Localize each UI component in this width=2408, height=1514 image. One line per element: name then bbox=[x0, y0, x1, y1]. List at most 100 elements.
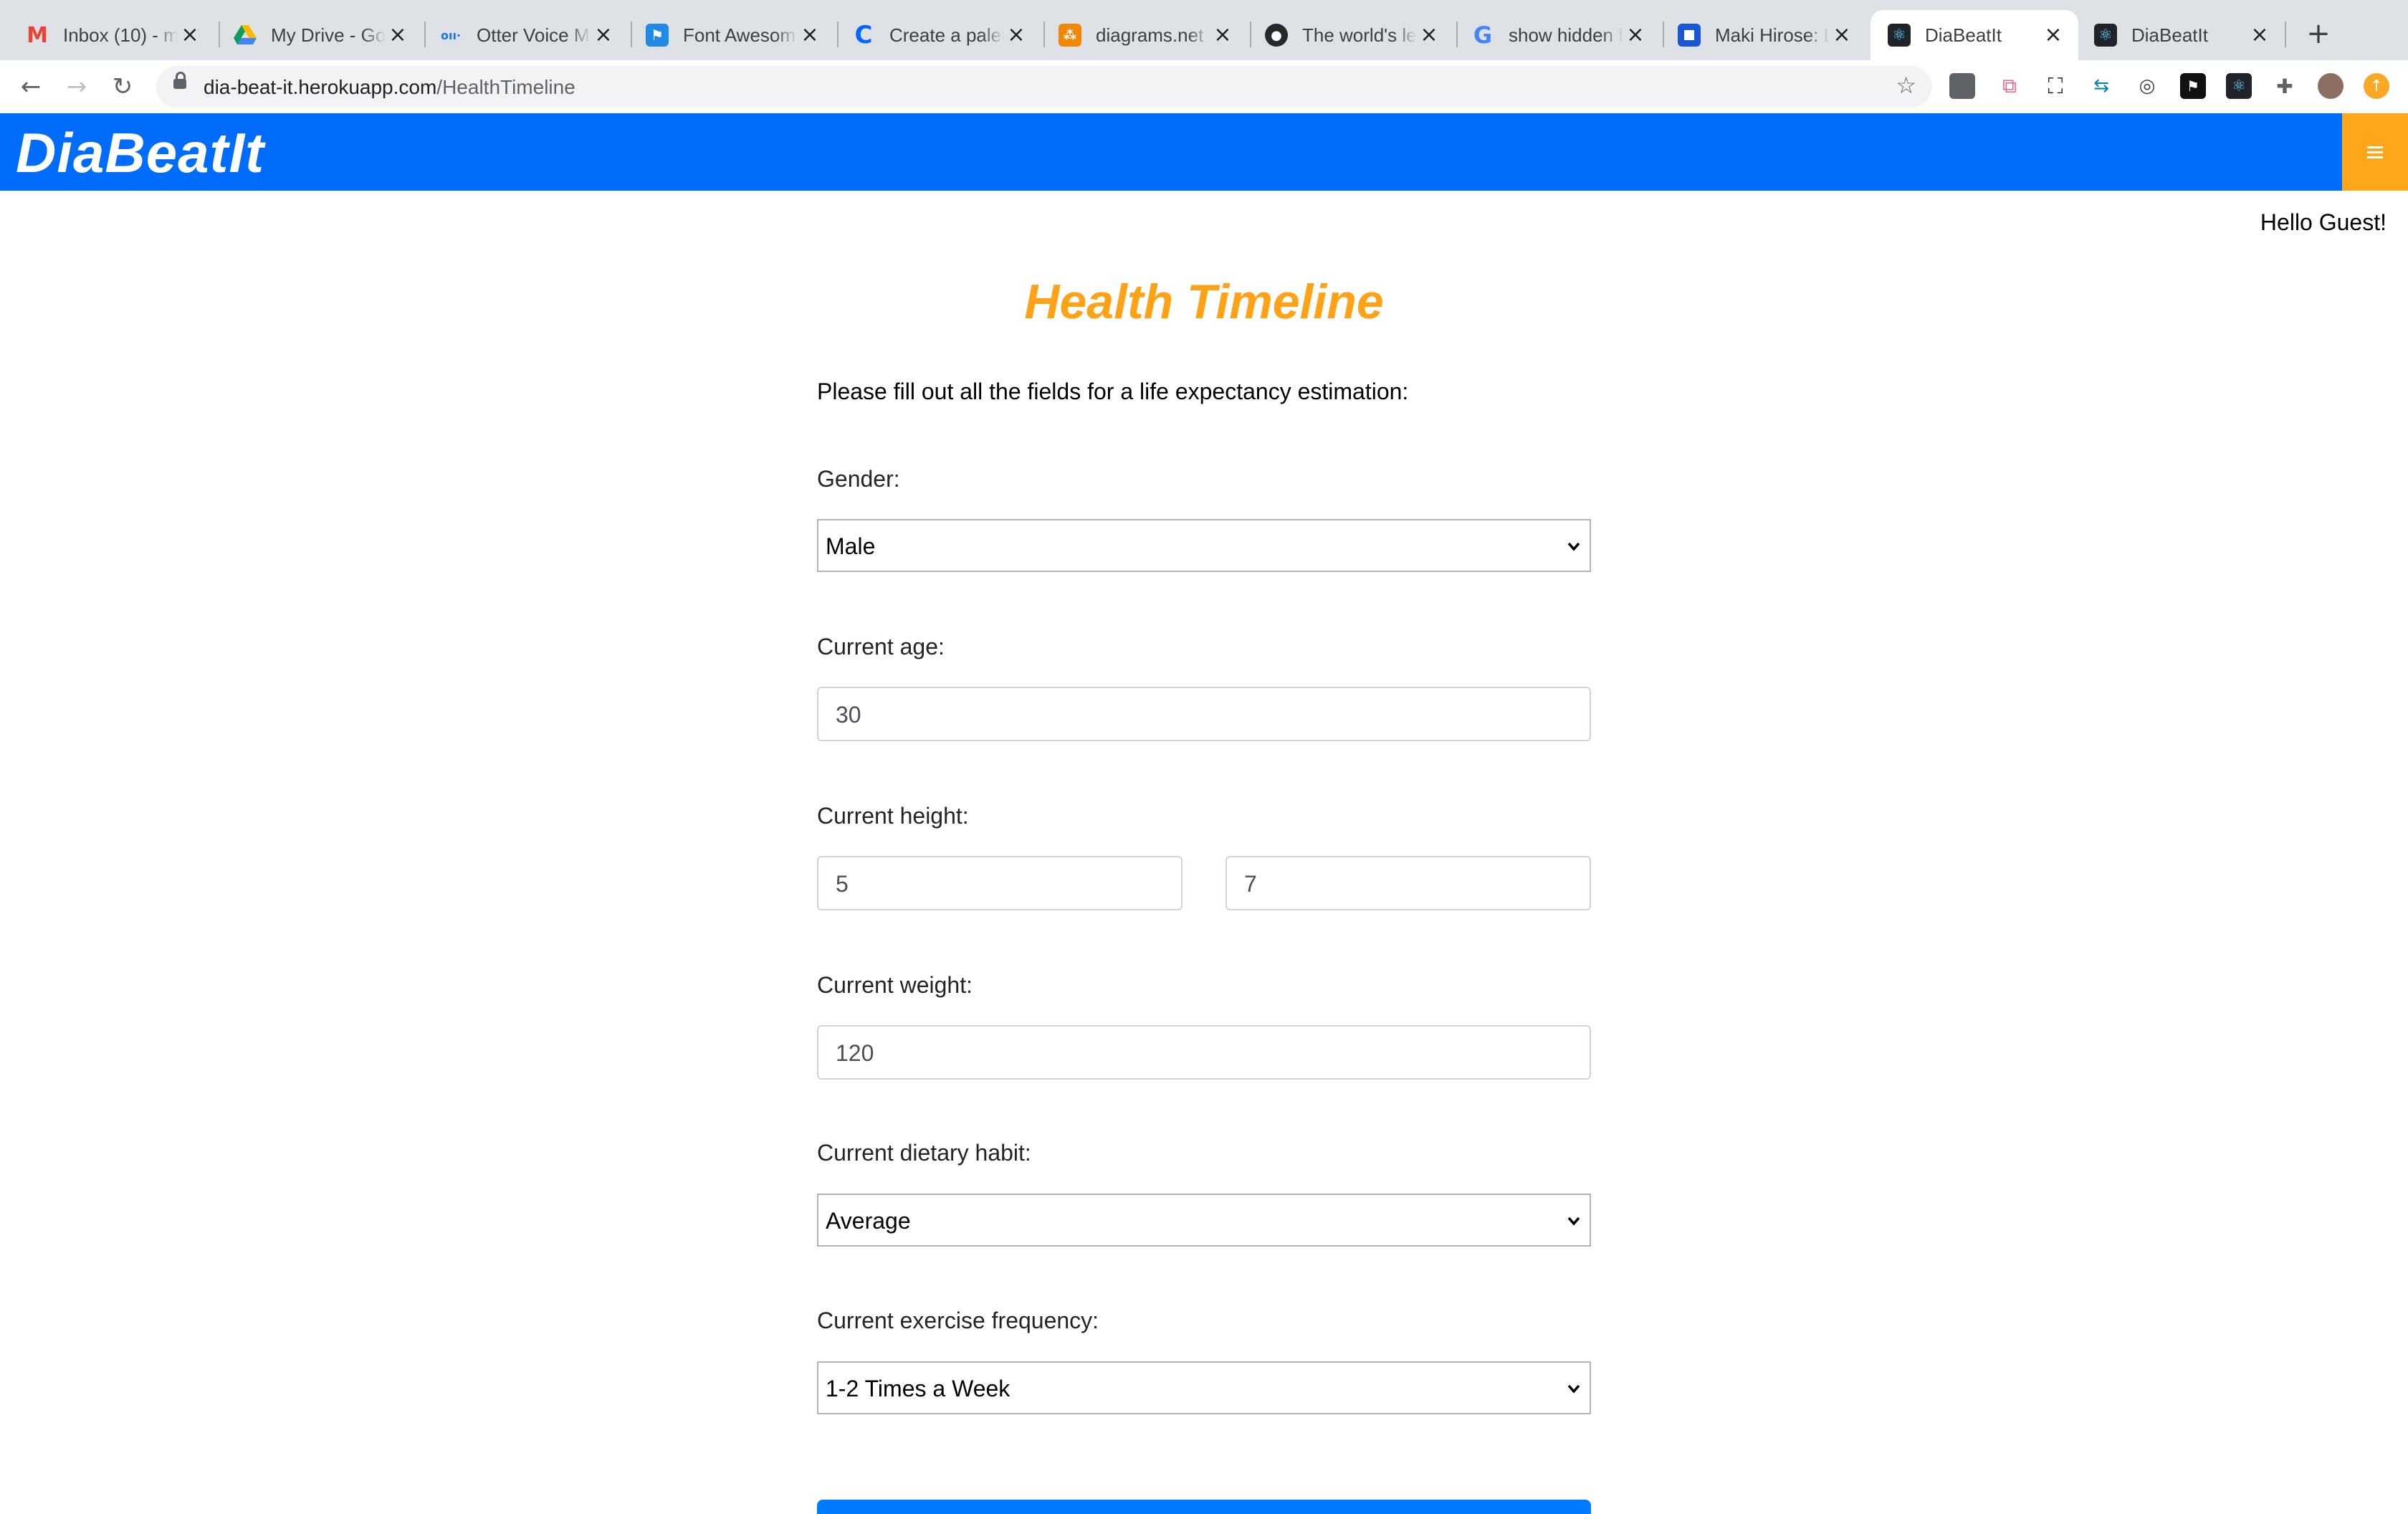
hamburger-icon-bar bbox=[2367, 151, 2383, 153]
otter-icon: oıı· bbox=[440, 28, 462, 42]
close-icon[interactable]: × bbox=[1004, 23, 1028, 47]
diagrams-icon: ⁂ bbox=[1059, 24, 1081, 47]
gmail-icon: M bbox=[27, 22, 48, 48]
update-icon[interactable]: ↑ bbox=[2364, 73, 2389, 99]
user-greeting: Hello Guest! bbox=[2260, 209, 2386, 235]
browser-tab[interactable]: ⚛ DiaBeatIt × bbox=[2077, 10, 2285, 60]
gender-value: Male bbox=[826, 533, 876, 559]
height-feet-input[interactable]: 5 bbox=[817, 856, 1182, 910]
weight-label: Current weight: bbox=[817, 972, 973, 998]
browser-tab[interactable]: ● The world's le × bbox=[1239, 10, 1454, 60]
tab-title: Font Awesom bbox=[683, 24, 796, 46]
close-icon[interactable]: × bbox=[1417, 23, 1441, 47]
address-bar[interactable]: dia-beat-it.herokuapp.com/HealthTimeline… bbox=[156, 66, 1932, 108]
close-icon[interactable]: × bbox=[2247, 23, 2272, 47]
height-feet-value: 5 bbox=[836, 871, 849, 897]
tab-title: The world's le bbox=[1302, 24, 1417, 46]
code-icon[interactable]: ◎ bbox=[2134, 73, 2160, 99]
gender-select[interactable]: Male bbox=[817, 519, 1591, 572]
forward-button[interactable]: → bbox=[59, 69, 95, 105]
diet-label: Current dietary habit: bbox=[817, 1140, 1031, 1166]
app-navbar: DiaBeatIt bbox=[0, 113, 2408, 191]
chevron-down-icon bbox=[1567, 1217, 1580, 1226]
height-inches-input[interactable]: 7 bbox=[1226, 856, 1591, 910]
github-icon: ● bbox=[1265, 24, 1288, 47]
url-text[interactable]: dia-beat-it.herokuapp.com/HealthTimeline bbox=[204, 76, 575, 99]
reload-button[interactable]: ↻ bbox=[105, 69, 140, 105]
google-icon: G bbox=[1473, 22, 1493, 49]
react-icon: ⚛ bbox=[2094, 24, 2117, 47]
tab-divider bbox=[2285, 22, 2286, 47]
chevron-down-icon bbox=[1567, 542, 1580, 551]
browser-tab[interactable]: ⁂ diagrams.net × bbox=[1033, 10, 1248, 60]
new-tab-button[interactable]: + bbox=[2300, 16, 2336, 52]
age-input[interactable]: 30 bbox=[817, 687, 1591, 741]
screenshot-icon[interactable]: ⛶ bbox=[2042, 73, 2068, 99]
browser-tab-strip: M Inbox (10) - m × My Drive - Go × oıı· … bbox=[0, 0, 2408, 60]
flag-extension-icon[interactable]: ⚑ bbox=[2180, 73, 2206, 99]
exercise-value: 1-2 Times a Week bbox=[826, 1376, 1010, 1401]
weight-input[interactable]: 120 bbox=[817, 1025, 1591, 1080]
react-devtools-icon[interactable]: ⚛ bbox=[2226, 73, 2252, 99]
age-value: 30 bbox=[836, 702, 861, 728]
height-inches-value: 7 bbox=[1244, 871, 1257, 897]
gender-label: Gender: bbox=[817, 466, 900, 492]
submit-button[interactable] bbox=[817, 1500, 1591, 1514]
close-icon[interactable]: × bbox=[178, 23, 202, 47]
diet-select[interactable]: Average bbox=[817, 1194, 1591, 1247]
tab-title: show hidden f bbox=[1509, 24, 1623, 46]
url-path: /HealthTimeline bbox=[436, 76, 575, 98]
url-host: dia-beat-it.herokuapp.com bbox=[204, 76, 437, 98]
flag-icon: ⚑ bbox=[646, 24, 669, 47]
lock-icon[interactable] bbox=[173, 72, 186, 89]
tab-title: Create a palet bbox=[889, 24, 1004, 46]
brand-logo[interactable]: DiaBeatIt bbox=[16, 120, 264, 186]
close-icon[interactable]: × bbox=[798, 23, 822, 47]
tab-title: DiaBeatIt bbox=[2131, 24, 2208, 46]
browser-tab[interactable]: ⚑ Font Awesom × bbox=[620, 10, 835, 60]
browser-tab[interactable]: C Create a palet × bbox=[826, 10, 1041, 60]
tab-title: diagrams.net bbox=[1096, 24, 1204, 46]
tab-title: Inbox (10) - m bbox=[63, 24, 178, 46]
form-intro: Please fill out all the fields for a lif… bbox=[817, 378, 1409, 404]
weight-value: 120 bbox=[836, 1040, 874, 1066]
close-icon[interactable]: × bbox=[1623, 23, 1648, 47]
browser-tab[interactable]: Maki Hirose: L × bbox=[1652, 10, 1867, 60]
tab-title: Maki Hirose: L bbox=[1715, 24, 1830, 46]
hamburger-icon-bar bbox=[2367, 146, 2383, 148]
menu-toggle-button[interactable] bbox=[2342, 113, 2408, 191]
tab-title: DiaBeatIt bbox=[1925, 24, 2002, 46]
close-icon[interactable]: × bbox=[2041, 23, 2065, 47]
exercise-select[interactable]: 1-2 Times a Week bbox=[817, 1361, 1591, 1414]
browser-tab[interactable]: M Inbox (10) - m × bbox=[0, 10, 215, 60]
chevron-down-icon bbox=[1567, 1384, 1580, 1394]
back-button[interactable]: ← bbox=[13, 69, 49, 105]
height-label: Current height: bbox=[817, 803, 969, 829]
exercise-label: Current exercise frequency: bbox=[817, 1308, 1099, 1333]
hamburger-icon-bar bbox=[2367, 156, 2383, 158]
age-label: Current age: bbox=[817, 634, 945, 660]
coolors-icon: C bbox=[854, 21, 873, 49]
tab-title: Otter Voice M bbox=[477, 24, 590, 46]
browser-tab[interactable]: G show hidden f × bbox=[1446, 10, 1661, 60]
react-icon: ⚛ bbox=[1888, 24, 1911, 47]
sync-icon[interactable]: ⇆ bbox=[2088, 73, 2114, 99]
extension-badge-icon[interactable]: ⧉ bbox=[1997, 73, 2022, 99]
square-icon bbox=[1678, 24, 1701, 47]
diet-value: Average bbox=[826, 1208, 911, 1234]
bookmark-star-icon[interactable]: ☆ bbox=[1896, 72, 1916, 99]
close-icon[interactable]: × bbox=[386, 23, 410, 47]
browser-tab[interactable]: oıı· Otter Voice M × bbox=[414, 10, 629, 60]
browser-toolbar: ← → ↻ dia-beat-it.herokuapp.com/HealthTi… bbox=[0, 60, 2408, 114]
browser-tab-active[interactable]: ⚛ DiaBeatIt × bbox=[1870, 10, 2078, 60]
avatar[interactable] bbox=[2318, 73, 2344, 99]
tab-title: My Drive - Go bbox=[271, 24, 386, 46]
page-title: Health Timeline bbox=[1024, 275, 1384, 329]
puzzle-icon[interactable]: ✚ bbox=[2272, 73, 2298, 99]
browser-tab[interactable]: My Drive - Go × bbox=[208, 10, 423, 60]
close-icon[interactable]: × bbox=[591, 23, 616, 47]
drive-icon bbox=[234, 24, 257, 47]
close-icon[interactable]: × bbox=[1210, 23, 1235, 47]
close-icon[interactable]: × bbox=[1830, 23, 1854, 47]
extension-icon[interactable] bbox=[1949, 73, 1975, 99]
